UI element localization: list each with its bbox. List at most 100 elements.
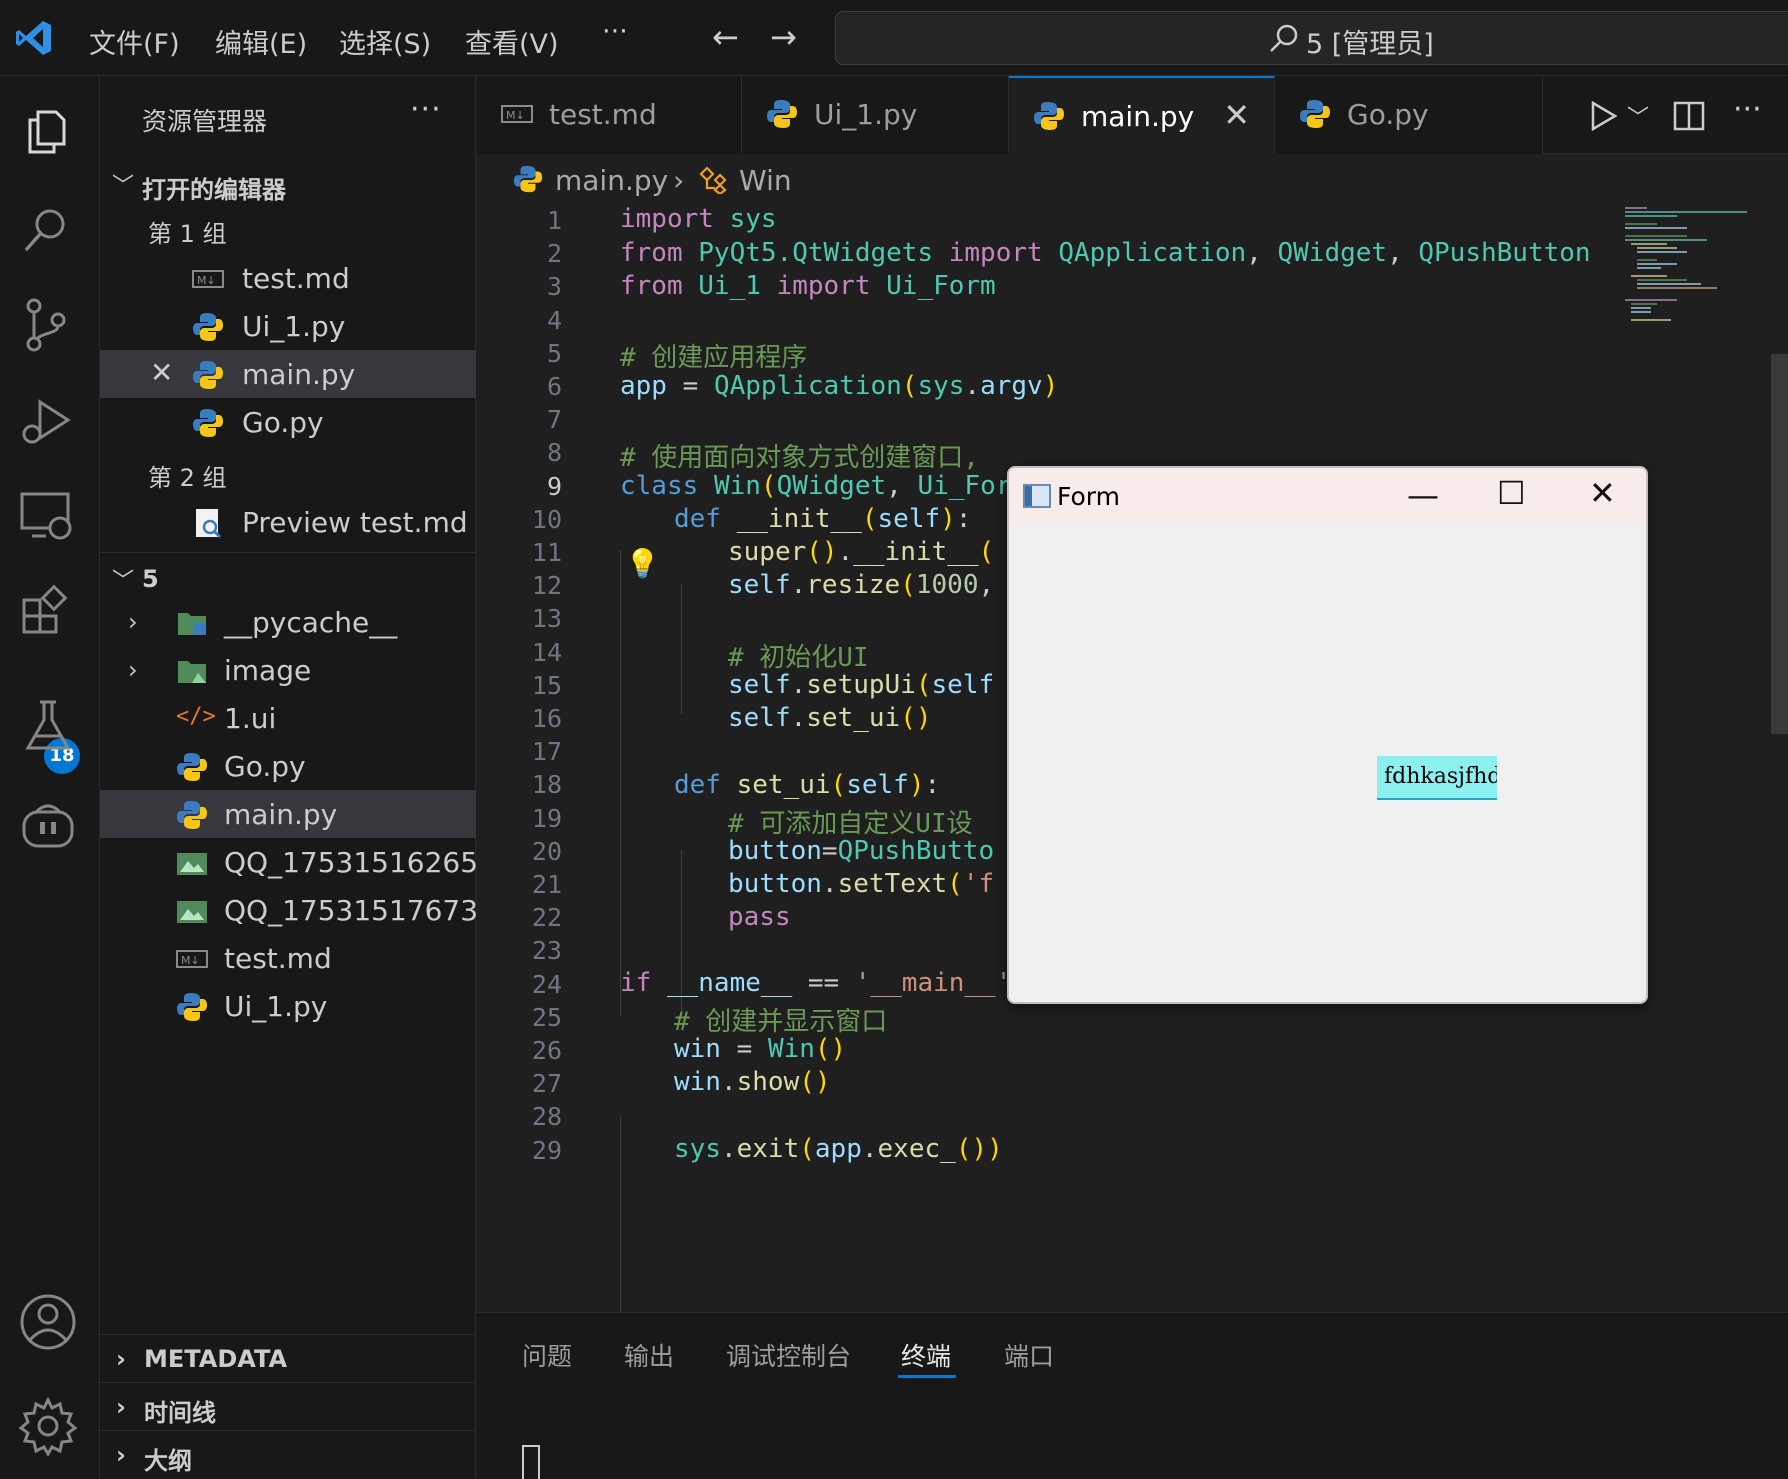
chevron-right-icon: › <box>116 1345 126 1373</box>
code-line: from Ui_1 import Ui_Form <box>620 271 996 301</box>
line-number: 13 <box>531 604 562 634</box>
close-icon[interactable]: ✕ <box>150 356 173 389</box>
image-file-icon <box>177 901 207 923</box>
extensions-icon[interactable] <box>18 584 78 644</box>
tab-close-icon[interactable]: ✕ <box>1223 96 1250 134</box>
tab-test-md[interactable]: M↓ test.md <box>477 76 742 154</box>
menu-file[interactable]: 文件(F) <box>89 22 180 61</box>
run-debug-icon[interactable] <box>18 394 78 454</box>
explorer-title: 资源管理器 <box>142 107 268 136</box>
run-python-icon[interactable] <box>1587 100 1619 132</box>
group-1-label: 第 1 组 <box>148 220 227 248</box>
python-file-icon <box>193 409 223 437</box>
line-number: 25 <box>531 1002 562 1032</box>
code-line: class Win(QWidget, Ui_For <box>620 471 1012 501</box>
breadcrumb-symbol[interactable]: Win <box>739 164 792 197</box>
chevron-right-icon: › <box>128 656 138 684</box>
line-number: 15 <box>531 670 562 700</box>
editor-more-button[interactable]: ··· <box>1733 92 1762 127</box>
open-editor-main-py[interactable]: ✕ main.py <box>100 350 476 398</box>
tree-item-main-py[interactable]: main.py <box>100 790 476 838</box>
tree-item-1-ui[interactable]: </> 1.ui <box>100 694 476 742</box>
code-line: # 创建应用程序 <box>620 343 808 373</box>
run-dropdown-chevron-icon[interactable]: ﹀ <box>1627 100 1649 132</box>
activity-bar: 18 <box>0 76 100 1479</box>
panel-tab-problems[interactable]: 问题 <box>522 1337 572 1373</box>
lightbulb-icon[interactable]: 💡 <box>625 547 660 580</box>
python-file-icon <box>177 801 207 829</box>
open-editor-ui-1-py[interactable]: Ui_1.py <box>100 302 476 350</box>
testing-icon[interactable] <box>18 696 78 756</box>
explorer-icon[interactable] <box>18 100 78 160</box>
image-folder-icon <box>178 661 206 683</box>
minimap[interactable] <box>1617 204 1767 324</box>
close-icon[interactable]: ✕ <box>1589 474 1616 512</box>
section-outline[interactable]: › 大纲 <box>100 1430 476 1478</box>
tab-main-py[interactable]: main.py ✕ <box>1009 76 1275 154</box>
open-editor-preview-test-md[interactable]: Preview test.md <box>100 498 476 546</box>
class-symbol-icon <box>699 166 727 194</box>
chevron-right-icon: › <box>116 1393 126 1421</box>
folder-header[interactable]: ﹀ 5 <box>100 552 476 600</box>
python-file-icon <box>513 165 543 193</box>
line-number: 12 <box>531 571 562 601</box>
chevron-down-icon: ﹀ <box>112 174 135 199</box>
tree-item-image[interactable]: › image <box>100 646 476 694</box>
tab-go-py[interactable]: Go.py <box>1275 76 1543 154</box>
form-push-button[interactable]: fdhkasjfhdk <box>1377 756 1497 800</box>
breadcrumb: main.py › Win <box>477 154 1788 204</box>
menu-more-button[interactable]: ··· <box>602 16 628 47</box>
tree-item-test-md[interactable]: M↓ test.md <box>100 934 476 982</box>
split-editor-icon[interactable] <box>1673 100 1705 132</box>
line-number: 7 <box>546 405 562 435</box>
panel-tab-output[interactable]: 输出 <box>624 1337 674 1373</box>
tree-item-go-py[interactable]: Go.py <box>100 742 476 790</box>
forward-arrow-icon[interactable]: → <box>770 18 797 56</box>
vscode-window: 文件(F) 编辑(E) 选择(S) 查看(V) ··· ← → 5 [管理员] <box>0 0 1788 1479</box>
menu-edit[interactable]: 编辑(E) <box>215 22 307 61</box>
menu-view[interactable]: 查看(V) <box>465 22 559 61</box>
panel-tab-ports[interactable]: 端口 <box>1004 1337 1054 1373</box>
menu-selection[interactable]: 选择(S) <box>339 22 431 61</box>
code-line: import sys <box>620 204 777 234</box>
panel-tab-terminal[interactable]: 终端 <box>901 1337 951 1373</box>
code-line: win = Win() <box>674 1034 847 1064</box>
settings-gear-icon[interactable] <box>18 1396 78 1458</box>
open-editor-go-py[interactable]: Go.py <box>100 398 476 446</box>
breadcrumb-file[interactable]: main.py <box>555 164 668 197</box>
search-view-icon[interactable] <box>18 202 78 262</box>
vscode-logo-icon <box>16 21 51 55</box>
qt-form-window[interactable]: Form — ☐ ✕ fdhkasjfhdk <box>1007 466 1648 1004</box>
tree-item-pycache[interactable]: › __pycache__ <box>100 598 476 646</box>
maximize-icon[interactable]: ☐ <box>1497 474 1526 512</box>
back-arrow-icon[interactable]: ← <box>712 18 739 56</box>
minimize-icon[interactable]: — <box>1407 476 1439 514</box>
form-app-icon <box>1023 484 1051 508</box>
line-number: 20 <box>531 836 562 866</box>
panel-tab-debug-console[interactable]: 调试控制台 <box>726 1337 851 1373</box>
tree-item-qq-image-2[interactable]: QQ_17531517673... <box>100 886 505 934</box>
form-title-bar[interactable]: Form — ☐ ✕ <box>1009 468 1646 524</box>
open-editor-test-md[interactable]: M↓ test.md <box>100 254 476 302</box>
section-metadata[interactable]: › METADATA <box>100 1334 476 1382</box>
account-icon[interactable] <box>18 1292 78 1352</box>
xml-file-icon: </> <box>176 704 216 729</box>
copilot-icon[interactable] <box>18 796 78 856</box>
line-number: 18 <box>531 770 562 800</box>
open-editors-header[interactable]: ﹀ 打开的编辑器 <box>100 158 476 206</box>
editor-scrollbar-thumb[interactable] <box>1771 354 1788 734</box>
remote-explorer-icon[interactable] <box>18 488 78 548</box>
line-number: 5 <box>546 338 562 368</box>
tree-item-ui-1-py[interactable]: Ui_1.py <box>100 982 476 1030</box>
command-center-search[interactable]: 5 [管理员] <box>835 11 1788 65</box>
source-control-icon[interactable] <box>18 296 78 356</box>
terminal-cursor[interactable] <box>522 1445 540 1479</box>
tree-item-qq-image-1[interactable]: QQ_17531516265... <box>100 838 505 886</box>
line-number: 3 <box>546 272 562 302</box>
explorer-more-button[interactable]: ··· <box>410 92 442 127</box>
code-line: pass <box>728 902 791 932</box>
tab-ui-1-py[interactable]: Ui_1.py <box>742 76 1009 154</box>
code-line: from PyQt5.QtWidgets import QApplication… <box>620 238 1591 268</box>
section-timeline[interactable]: › 时间线 <box>100 1382 476 1430</box>
chevron-right-icon: › <box>128 608 138 636</box>
